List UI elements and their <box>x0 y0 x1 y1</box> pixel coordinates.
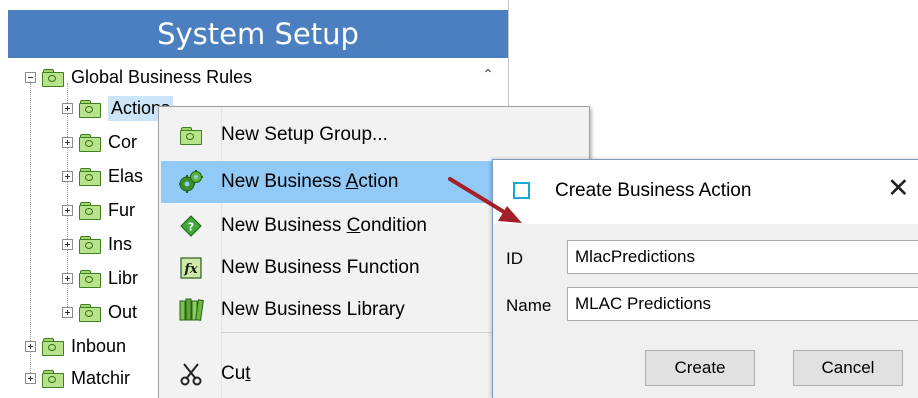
menu-item-label: New Business Function <box>221 257 420 278</box>
tree-node-label: Libr <box>108 267 139 288</box>
tree-node-label: Ins <box>108 233 133 254</box>
tree-node-functions[interactable]: Fur <box>62 194 135 226</box>
scissors-icon <box>161 362 221 386</box>
tree-node-actions[interactable]: Actions <box>62 92 174 124</box>
expand-icon[interactable] <box>62 306 73 318</box>
tree-node-matching[interactable]: Matchir <box>25 362 130 394</box>
window-icon <box>513 182 530 199</box>
expand-icon[interactable] <box>62 170 73 182</box>
collapse-icon[interactable] <box>25 71 36 83</box>
function-fx-icon: fx <box>161 257 221 279</box>
svg-text:fx: fx <box>183 262 198 277</box>
folder-icon <box>79 133 101 152</box>
tree-node-libraries[interactable]: Libr <box>62 262 138 294</box>
folder-icon <box>79 201 101 220</box>
tree-node-label: Out <box>108 301 138 322</box>
tree-node-label: Inboun <box>71 335 127 356</box>
dialog-title: Create Business Action <box>555 180 752 201</box>
tree-node-global-business-rules[interactable]: Global Business Rules <box>25 61 252 93</box>
tree-node-inbound[interactable]: Inboun <box>25 330 126 362</box>
folder-icon <box>79 167 101 186</box>
gears-icon <box>161 169 221 195</box>
expand-icon[interactable] <box>62 204 73 216</box>
expand-icon[interactable] <box>62 102 73 114</box>
tree-node-label: Global Business Rules <box>71 66 253 87</box>
menu-item-new-setup-group[interactable]: New Setup Group... <box>161 114 587 156</box>
folder-icon <box>79 269 101 288</box>
expand-icon[interactable] <box>62 136 73 148</box>
tree-node-label: Matchir <box>71 367 131 388</box>
tree-node-outbound[interactable]: Out <box>62 296 137 328</box>
tree-node-label: Fur <box>108 199 135 220</box>
menu-item-label: New Setup Group... <box>221 124 388 145</box>
folder-icon <box>42 68 64 87</box>
tree-node-label: Cor <box>108 131 138 152</box>
menu-item-label: New Business Condition <box>221 215 427 236</box>
name-label: Name <box>506 296 552 315</box>
folder-icon <box>42 369 64 388</box>
expand-icon[interactable] <box>62 272 73 284</box>
scroll-up-chevron-icon[interactable]: ⌃ <box>478 64 498 84</box>
id-field[interactable]: MlacPredictions <box>567 240 918 274</box>
tree-node-elastic[interactable]: Elas <box>62 160 143 192</box>
create-business-action-dialog: Create Business Action ✕ ID MlacPredicti… <box>492 159 918 398</box>
tree-node-conditions[interactable]: Cor <box>62 126 137 158</box>
folder-icon <box>79 303 101 322</box>
folder-icon <box>79 235 101 254</box>
expand-icon[interactable] <box>62 238 73 250</box>
library-books-icon <box>161 298 221 322</box>
svg-text:?: ? <box>188 221 194 234</box>
menu-item-label: Cut <box>221 363 251 384</box>
menu-item-label: New Business Action <box>221 171 399 192</box>
tree-node-insights[interactable]: Ins <box>62 228 132 260</box>
menu-item-label: New Business Library <box>221 299 405 320</box>
tree-node-label: Elas <box>108 165 144 186</box>
name-field[interactable]: MLAC Predictions <box>567 287 918 321</box>
close-icon[interactable]: ✕ <box>887 174 910 204</box>
expand-icon[interactable] <box>25 372 36 384</box>
panel-title: System Setup <box>8 10 508 58</box>
expand-icon[interactable] <box>25 340 36 352</box>
setup-group-folder-icon <box>161 126 221 145</box>
dialog-titlebar: Create Business Action ✕ <box>493 160 918 224</box>
id-label: ID <box>506 249 523 268</box>
cancel-button[interactable]: Cancel <box>793 350 903 386</box>
create-button[interactable]: Create <box>645 350 755 386</box>
condition-diamond-icon: ? <box>161 215 221 237</box>
folder-icon <box>79 99 101 118</box>
folder-icon <box>42 337 64 356</box>
